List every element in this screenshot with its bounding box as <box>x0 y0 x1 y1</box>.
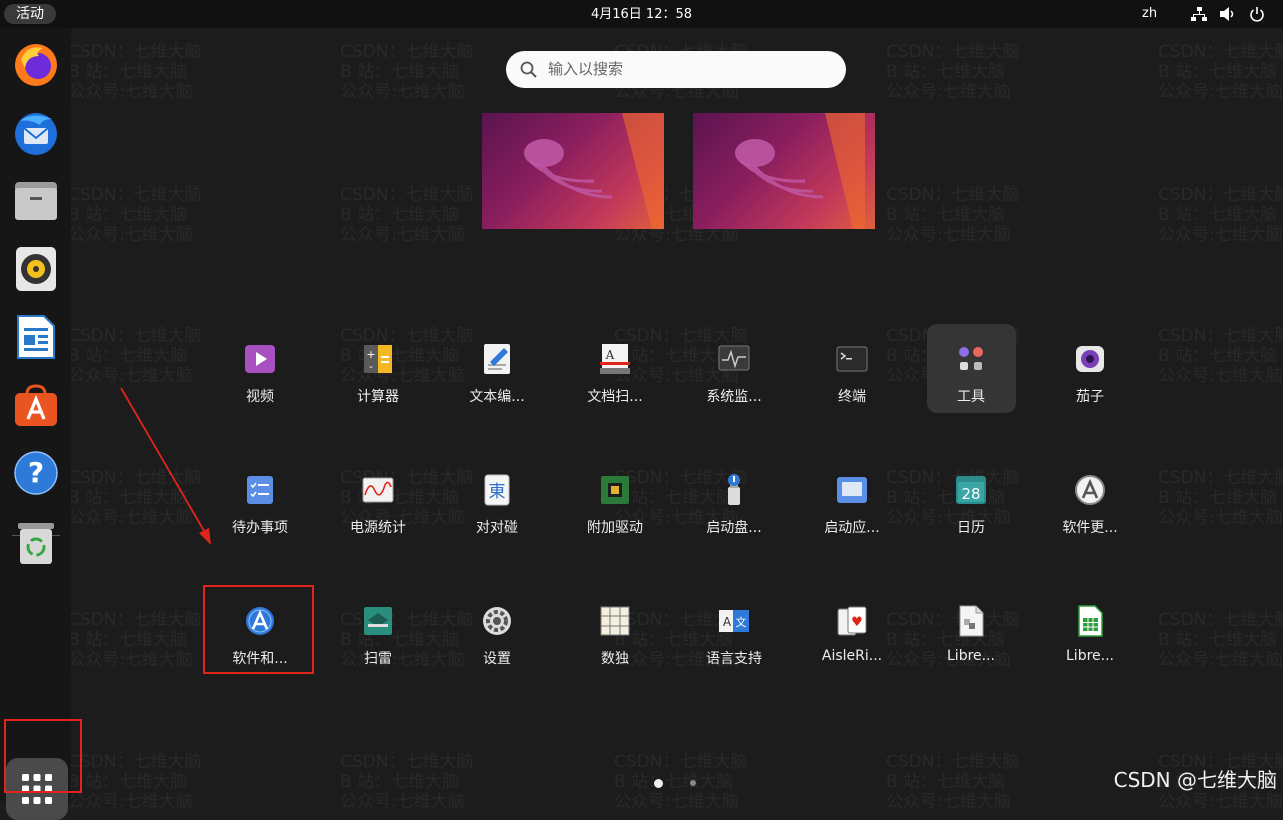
mines-icon <box>364 607 392 635</box>
svg-text:A: A <box>605 348 615 362</box>
watermark-text: CSDN：七维大脑B 站：七维大脑公众号:七维大脑 <box>886 42 1020 102</box>
video-player-icon <box>245 345 275 373</box>
app-mines[interactable]: 扫雷 <box>333 592 423 680</box>
app-libreoffice-calc[interactable]: Libre... <box>1045 592 1135 680</box>
search-input[interactable]: 输入以搜索 <box>506 51 846 88</box>
app-videos[interactable]: 视频 <box>215 330 305 418</box>
power-icon[interactable] <box>1249 6 1265 22</box>
gear-icon <box>483 607 511 635</box>
clock-area: 4月16日 12：58 <box>0 0 1283 30</box>
watermark-text: CSDN：七维大脑B 站：七维大脑公众号:七维大脑 <box>886 752 1020 812</box>
terminal-icon <box>836 346 868 372</box>
svg-text:?: ? <box>28 456 44 489</box>
app-todo[interactable]: 待办事项 <box>215 461 305 549</box>
watermark-text: CSDN：七维大脑B 站：七维大脑公众号:七维大脑 <box>340 752 474 812</box>
app-power-statistics[interactable]: 电源统计 <box>333 461 423 549</box>
watermark-text: CSDN：七维大脑B 站：七维大脑公众号:七维大脑 <box>614 752 748 812</box>
input-language-indicator[interactable]: zh <box>1142 0 1157 28</box>
app-settings[interactable]: 设置 <box>452 592 542 680</box>
watermark-text: CSDN：七维大脑B 站：七维大脑公众号:七维大脑 <box>1158 42 1283 102</box>
workspace-thumbnail-1[interactable] <box>482 113 664 229</box>
watermark-text: CSDN：七维大脑B 站：七维大脑公众号:七维大脑 <box>68 185 202 245</box>
thunderbird-icon[interactable] <box>11 108 61 158</box>
app-language-support[interactable]: A文 语言支持 <box>689 592 779 680</box>
watermark-text: CSDN：七维大脑B 站：七维大脑公众号:七维大脑 <box>340 185 474 245</box>
firefox-icon[interactable] <box>11 40 61 90</box>
workspace-thumbnail-2[interactable] <box>693 113 875 229</box>
tools-folder-icon <box>959 347 983 370</box>
highlight-box-show-apps <box>4 719 82 793</box>
volume-icon[interactable] <box>1219 6 1237 22</box>
rhythmbox-icon[interactable] <box>11 244 61 294</box>
clock[interactable]: 4月16日 12：58 <box>591 7 692 22</box>
power-statistics-icon <box>362 477 394 503</box>
calendar-icon: 28 <box>956 476 986 504</box>
mahjongg-tile-icon: 東 <box>484 474 510 506</box>
page-dot-2[interactable] <box>690 780 696 786</box>
app-startup-disk-creator[interactable]: 启动盘... <box>689 461 779 549</box>
svg-text:文: 文 <box>736 615 747 629</box>
cheese-camera-icon <box>1076 346 1104 372</box>
watermark-text: CSDN：七维大脑B 站：七维大脑公众号:七维大脑 <box>68 42 202 102</box>
startup-applications-icon <box>837 477 867 503</box>
watermark-text: CSDN：七维大脑B 站：七维大脑公众号:七维大脑 <box>68 326 202 386</box>
top-bar: 活动 4月16日 12：58 zh <box>0 0 1283 28</box>
watermark-text: CSDN：七维大脑B 站：七维大脑公众号:七维大脑 <box>1158 326 1283 386</box>
document-scanner-icon: A <box>600 344 630 374</box>
language-support-icon: A文 <box>719 610 749 632</box>
svg-text:A: A <box>723 615 732 629</box>
app-mahjongg[interactable]: 東 对对碰 <box>452 461 542 549</box>
dock: ? <box>0 28 71 820</box>
app-folder-tools[interactable]: 工具 <box>926 330 1016 418</box>
app-text-editor[interactable]: 文本编... <box>452 330 542 418</box>
chip-icon <box>601 476 629 504</box>
app-sudoku[interactable]: 数独 <box>570 592 660 680</box>
files-icon[interactable] <box>11 176 61 226</box>
app-terminal[interactable]: 终端 <box>807 330 897 418</box>
watermark-text: CSDN：七维大脑B 站：七维大脑公众号:七维大脑 <box>68 468 202 528</box>
watermark-text: CSDN：七维大脑B 站：七维大脑公众号:七维大脑 <box>1158 468 1283 528</box>
app-system-monitor[interactable]: 系统监... <box>689 330 779 418</box>
app-aisleriot[interactable]: ♥ AisleRi... <box>807 592 897 680</box>
app-center-icon[interactable] <box>11 380 61 430</box>
app-calculator[interactable]: + - 计算器 <box>333 330 423 418</box>
calculator-icon: +- <box>364 345 392 373</box>
sudoku-icon <box>600 606 630 636</box>
libreoffice-document-icon <box>959 605 984 637</box>
svg-text:東: 東 <box>489 482 506 502</box>
page-dot-1[interactable] <box>654 779 663 788</box>
watermark-text: CSDN：七维大脑B 站：七维大脑公众号:七维大脑 <box>1158 610 1283 670</box>
app-additional-drivers[interactable]: 附加驱动 <box>570 461 660 549</box>
watermark-text: CSDN：七维大脑B 站：七维大脑公众号:七维大脑 <box>68 752 202 812</box>
watermark-text: CSDN：七维大脑B 站：七维大脑公众号:七维大脑 <box>68 610 202 670</box>
highlight-box-software-and-updates <box>203 585 314 674</box>
system-monitor-icon <box>718 345 750 371</box>
watermark-text: CSDN：七维大脑B 站：七维大脑公众号:七维大脑 <box>1158 185 1283 245</box>
libreoffice-calc-icon <box>1078 605 1103 637</box>
activities-button[interactable]: 活动 <box>4 4 56 24</box>
text-editor-icon <box>484 344 510 374</box>
help-icon[interactable]: ? <box>11 448 61 498</box>
app-cheese[interactable]: 茄子 <box>1045 330 1135 418</box>
search-placeholder: 输入以搜索 <box>548 60 624 78</box>
app-calendar[interactable]: 28 日历 <box>926 461 1016 549</box>
corner-watermark: CSDN @七维大脑 <box>1113 768 1277 792</box>
app-libreoffice-draw[interactable]: Libre... <box>926 592 1016 680</box>
app-document-scanner[interactable]: A 文档扫... <box>570 330 660 418</box>
watermark-text: CSDN：七维大脑B 站：七维大脑公众号:七维大脑 <box>340 42 474 102</box>
watermark-text: CSDN：七维大脑B 站：七维大脑公众号:七维大脑 <box>886 185 1020 245</box>
app-software-updater[interactable]: 软件更... <box>1045 461 1135 549</box>
trash-icon[interactable] <box>11 518 61 568</box>
app-startup-applications[interactable]: 启动应... <box>807 461 897 549</box>
svg-text:28: 28 <box>961 485 980 503</box>
libreoffice-writer-icon[interactable] <box>11 312 61 362</box>
search-icon <box>520 61 537 78</box>
playing-cards-icon: ♥ <box>837 606 867 636</box>
usb-drive-icon <box>728 474 740 505</box>
software-updater-icon <box>1075 475 1105 505</box>
svg-text:♥: ♥ <box>851 615 863 630</box>
todo-icon <box>247 476 273 504</box>
network-icon[interactable] <box>1191 6 1207 22</box>
svg-text:-: - <box>369 360 373 373</box>
